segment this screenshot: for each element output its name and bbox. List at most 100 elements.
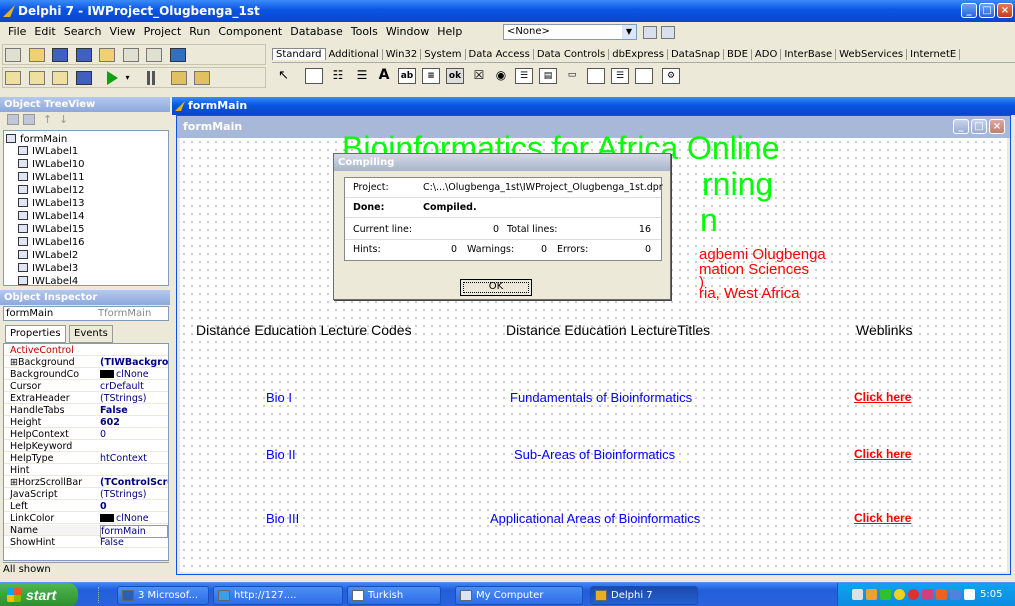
- radiogroup-icon[interactable]: ☰: [611, 68, 629, 84]
- menu-component[interactable]: Component: [214, 25, 286, 38]
- palette-tab-webservices[interactable]: WebServices: [836, 49, 908, 60]
- property-row[interactable]: ActiveControl: [4, 345, 168, 356]
- toggle-form-unit-icon[interactable]: [52, 71, 68, 85]
- palette-tab-data-controls[interactable]: Data Controls: [533, 49, 610, 60]
- menu-tools[interactable]: Tools: [347, 25, 382, 38]
- tray-app-icon[interactable]: [866, 589, 877, 600]
- property-row[interactable]: ⊞HorzScrollBar (TControlScro: [4, 477, 168, 488]
- button-icon[interactable]: ok: [446, 68, 464, 84]
- menu-run[interactable]: Run: [185, 25, 214, 38]
- menu-help[interactable]: Help: [433, 25, 466, 38]
- tray-app-icon[interactable]: [852, 589, 863, 600]
- tray-app-icon[interactable]: [936, 589, 947, 600]
- property-row[interactable]: HelpKeyword: [4, 441, 168, 452]
- groupbox-icon[interactable]: [587, 68, 605, 84]
- tray-app-icon[interactable]: [880, 589, 891, 600]
- debug-desktop-icon[interactable]: [661, 26, 675, 39]
- form-maximize-button[interactable]: □: [971, 119, 987, 134]
- tray-app-icon[interactable]: [922, 589, 933, 600]
- palette-tab-additional[interactable]: Additional: [325, 49, 383, 60]
- property-row[interactable]: ShowHint False: [4, 537, 168, 548]
- tree-item[interactable]: IWLabel14: [18, 211, 85, 222]
- property-row[interactable]: JavaScript (TStrings): [4, 489, 168, 500]
- tree-item[interactable]: IWLabel3: [18, 263, 78, 274]
- palette-tab-dbexpress[interactable]: dbExpress: [609, 49, 668, 60]
- minimize-button[interactable]: _: [961, 3, 977, 18]
- move-down-icon[interactable]: ↓: [59, 113, 68, 126]
- palette-tab-internete[interactable]: InternetE: [907, 49, 961, 60]
- property-row[interactable]: ⊞Background (TIWBackgro: [4, 357, 168, 368]
- delete-item-icon[interactable]: [23, 114, 35, 125]
- run-icon[interactable]: [107, 71, 118, 85]
- inspector-object-selector[interactable]: formMain TformMain: [3, 306, 169, 321]
- tree-item[interactable]: IWLabel10: [18, 159, 85, 170]
- checkbox-icon[interactable]: ☒: [470, 68, 488, 84]
- memo-icon[interactable]: ≡: [422, 68, 440, 84]
- menu-file[interactable]: File: [4, 25, 30, 38]
- save-desktop-icon[interactable]: [643, 26, 657, 39]
- menu-database[interactable]: Database: [286, 25, 347, 38]
- tree-item[interactable]: IWLabel15: [18, 224, 85, 235]
- palette-tab-bde[interactable]: BDE: [724, 49, 752, 60]
- weblink[interactable]: Click here: [854, 511, 911, 525]
- palette-tab-interbase[interactable]: InterBase: [781, 49, 837, 60]
- new-form-icon[interactable]: [75, 71, 92, 85]
- ok-button[interactable]: OK: [460, 279, 532, 296]
- palette-tab-standard[interactable]: Standard: [272, 48, 326, 60]
- task-word[interactable]: 3 Microsof...: [117, 586, 209, 605]
- new-icon[interactable]: [5, 48, 21, 62]
- task-turkish[interactable]: Turkish: [347, 586, 441, 605]
- step-over-icon[interactable]: [194, 71, 210, 85]
- chevron-down-icon[interactable]: ▾: [126, 71, 134, 85]
- form-close-button[interactable]: ×: [989, 119, 1005, 134]
- form-minimize-button[interactable]: _: [953, 119, 969, 134]
- task-browser[interactable]: http://127....: [213, 586, 343, 605]
- menu-edit[interactable]: Edit: [30, 25, 59, 38]
- task-my-computer[interactable]: My Computer: [455, 586, 583, 605]
- popupmenu-icon[interactable]: ☰: [353, 68, 371, 84]
- new-item-icon[interactable]: [7, 114, 19, 125]
- tab-properties[interactable]: Properties: [5, 325, 66, 343]
- property-row[interactable]: BackgroundCo clNone: [4, 369, 168, 380]
- tab-events[interactable]: Events: [69, 325, 113, 343]
- actionlist-icon[interactable]: ⚙: [662, 68, 680, 84]
- weblink[interactable]: Click here: [854, 390, 911, 404]
- pause-icon[interactable]: [147, 71, 155, 85]
- tree-item[interactable]: IWLabel16: [18, 237, 85, 248]
- property-row[interactable]: HelpType htContext: [4, 453, 168, 464]
- tree-item[interactable]: IWLabel4: [18, 276, 78, 285]
- property-row[interactable]: Cursor crDefault: [4, 381, 168, 392]
- tree-item[interactable]: IWLabel13: [18, 198, 85, 209]
- property-row[interactable]: ExtraHeader (TStrings): [4, 393, 168, 404]
- tree-item[interactable]: IWLabel2: [18, 250, 78, 261]
- tray-app-icon[interactable]: [950, 589, 961, 600]
- palette-tab-system[interactable]: System: [421, 49, 466, 60]
- property-row[interactable]: Height 602: [4, 417, 168, 428]
- palette-tab-ado[interactable]: ADO: [751, 49, 782, 60]
- palette-tab-datasnap[interactable]: DataSnap: [667, 49, 725, 60]
- tree-item[interactable]: IWLabel11: [18, 172, 85, 183]
- menu-view[interactable]: View: [106, 25, 140, 38]
- move-up-icon[interactable]: ↑: [43, 113, 52, 126]
- tree-item[interactable]: IWLabel1: [18, 146, 78, 157]
- start-button[interactable]: start: [0, 583, 78, 606]
- tray-app-icon[interactable]: [894, 589, 905, 600]
- weblink[interactable]: Click here: [854, 447, 911, 461]
- frame-icon[interactable]: [305, 68, 323, 84]
- remove-file-icon[interactable]: [146, 48, 162, 62]
- property-row[interactable]: HandleTabs False: [4, 405, 168, 416]
- tray-app-icon[interactable]: [908, 589, 919, 600]
- view-unit-icon[interactable]: [5, 71, 21, 85]
- palette-tab-win32[interactable]: Win32: [382, 49, 422, 60]
- mainmenu-icon[interactable]: ☷: [329, 68, 347, 84]
- tray-app-icon[interactable]: [964, 589, 975, 600]
- panel-icon[interactable]: [635, 68, 653, 84]
- tree-item[interactable]: IWLabel12: [18, 185, 85, 196]
- close-button[interactable]: ×: [997, 3, 1013, 18]
- clock[interactable]: 5:05 PM: [980, 583, 1015, 606]
- menu-search[interactable]: Search: [60, 25, 106, 38]
- trace-into-icon[interactable]: [170, 71, 187, 85]
- open-icon[interactable]: [28, 48, 45, 62]
- property-row[interactable]: Left 0: [4, 501, 168, 512]
- desktop-config-combo[interactable]: <None> ▼: [503, 24, 637, 40]
